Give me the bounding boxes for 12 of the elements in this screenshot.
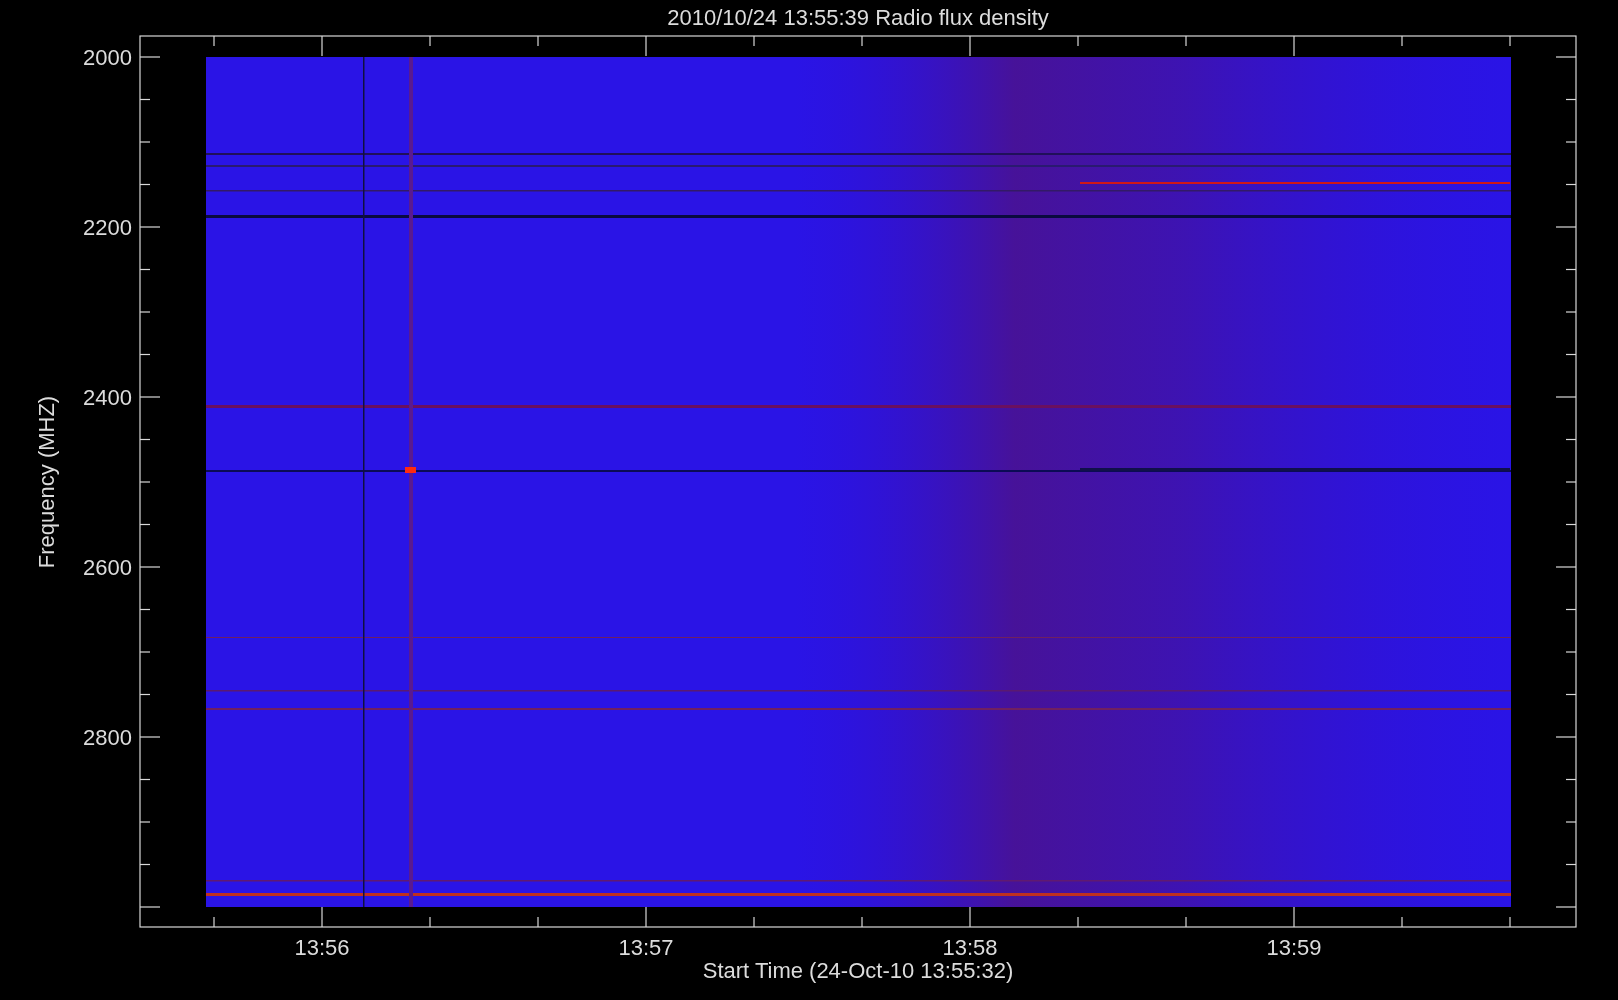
x-tick-label: 13:57 — [618, 935, 674, 960]
y-tick-label: 2000 — [83, 45, 132, 70]
chart-title: 2010/10/24 13:55:39 Radio flux density — [667, 5, 1049, 30]
y-tick-label: 2800 — [83, 725, 132, 750]
y-tick-label: 2400 — [83, 385, 132, 410]
y-axis-label: Frequency (MHZ) — [34, 395, 59, 569]
x-tick-label: 13:59 — [1266, 935, 1322, 960]
x-tick-label: 13:56 — [294, 935, 350, 960]
x-tick-label: 13:58 — [942, 935, 998, 960]
x-axis-label: Start Time (24-Oct-10 13:55:32) — [702, 958, 1014, 983]
y-tick-label: 2200 — [83, 215, 132, 240]
y-tick-label: 2600 — [83, 555, 132, 580]
